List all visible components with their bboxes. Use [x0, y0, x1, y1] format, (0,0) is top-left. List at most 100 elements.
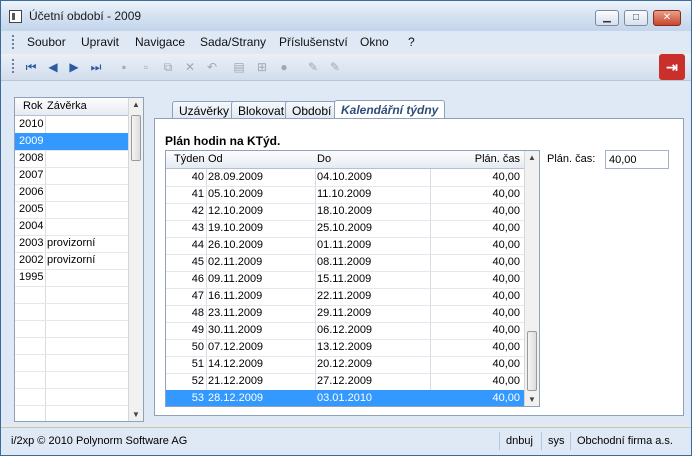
- plan-cell: 40,00: [492, 171, 520, 183]
- table-row[interactable]: 51 14.12.2009 20.12.2009 40,00: [166, 356, 524, 374]
- toolbar: ⏮ ◀ ▶ ⏭ ▪ ▫ ⧉ ✕ ↶ ▤ ⊞ ● ✎ ✎: [1, 54, 691, 81]
- to-cell: 22.11.2009: [317, 290, 372, 302]
- exit-icon[interactable]: ⇥: [659, 54, 685, 80]
- from-header[interactable]: Od: [208, 153, 223, 165]
- list-item[interactable]: 2006: [15, 184, 129, 202]
- table-row[interactable]: 50 07.12.2009 13.12.2009 40,00: [166, 339, 524, 357]
- scroll-up-icon[interactable]: ▲: [528, 153, 536, 162]
- table-row[interactable]: 45 02.11.2009 08.11.2009 40,00: [166, 254, 524, 272]
- next-icon[interactable]: ▶: [67, 60, 81, 74]
- save-icon[interactable]: ▪: [117, 60, 131, 74]
- delete-icon[interactable]: ✕: [183, 60, 197, 74]
- plan-cell: 40,00: [492, 205, 520, 217]
- menu-help[interactable]: ?: [408, 35, 415, 49]
- year-cell: 2002: [19, 254, 44, 266]
- year-cell: 2010: [19, 118, 44, 130]
- years-scrollbar[interactable]: ▲ ▼: [128, 98, 143, 421]
- menu-accessories[interactable]: Příslušenství: [279, 35, 348, 49]
- to-cell: 06.12.2009: [317, 324, 373, 336]
- week-cell: 45: [191, 256, 204, 268]
- list-item[interactable]: 1995: [15, 269, 129, 287]
- plan-cell: 40,00: [492, 290, 520, 302]
- close-button[interactable]: ✕: [653, 10, 681, 26]
- table-row[interactable]: 49 30.11.2009 06.12.2009 40,00: [166, 322, 524, 340]
- menu-set[interactable]: Sada/Strany: [200, 35, 266, 49]
- plan-time-label: Plán. čas:: [547, 153, 596, 165]
- to-cell: 08.11.2009: [317, 256, 372, 268]
- to-header[interactable]: Do: [317, 153, 331, 165]
- year-cell: 2003: [19, 237, 44, 249]
- plan-time-input[interactable]: [605, 150, 669, 169]
- tab-closings[interactable]: Uzávěrky: [172, 101, 237, 119]
- table-row[interactable]: 48 23.11.2009 29.11.2009 40,00: [166, 305, 524, 323]
- week-cell: 41: [191, 188, 204, 200]
- plan-header[interactable]: Plán. čas: [475, 153, 520, 165]
- last-icon[interactable]: ⏭: [89, 60, 103, 74]
- scroll-down-icon[interactable]: ▼: [132, 410, 140, 419]
- status-divider: [541, 432, 542, 450]
- copy-icon[interactable]: ⧉: [161, 60, 175, 74]
- tab-calendar-weeks[interactable]: Kalendářní týdny: [334, 100, 446, 120]
- list-item[interactable]: 2008: [15, 150, 129, 168]
- new-icon[interactable]: ▫: [139, 60, 153, 74]
- closing-cell: provizorní: [47, 237, 96, 249]
- to-cell: 03.01.2010: [317, 392, 373, 404]
- plan-cell: 40,00: [492, 273, 520, 285]
- year-header[interactable]: Rok: [23, 100, 43, 112]
- menu-window[interactable]: Okno: [360, 35, 389, 49]
- list-item[interactable]: 2007: [15, 167, 129, 185]
- from-cell: 23.11.2009: [208, 307, 263, 319]
- to-cell: 11.10.2009: [317, 188, 372, 200]
- scroll-up-icon[interactable]: ▲: [132, 100, 140, 109]
- tab-block[interactable]: Blokovat: [231, 101, 292, 119]
- list-item[interactable]: 2005: [15, 201, 129, 219]
- prev-icon[interactable]: ◀: [46, 60, 60, 74]
- window-title: Účetní období - 2009: [29, 9, 142, 23]
- table-row[interactable]: 53 28.12.2009 03.01.2010 40,00: [166, 390, 524, 406]
- from-cell: 05.10.2009: [208, 188, 264, 200]
- edit-icon[interactable]: ✎: [306, 60, 320, 74]
- table-row[interactable]: 42 12.10.2009 18.10.2009 40,00: [166, 203, 524, 221]
- scroll-thumb[interactable]: [131, 115, 141, 161]
- scroll-down-icon[interactable]: ▼: [528, 395, 536, 404]
- menu-edit[interactable]: Upravit: [81, 35, 119, 49]
- from-cell: 14.12.2009: [208, 358, 264, 370]
- plan-cell: 40,00: [492, 188, 520, 200]
- maximize-button[interactable]: □: [624, 10, 648, 26]
- undo-icon[interactable]: ↶: [205, 60, 219, 74]
- table-row[interactable]: 47 16.11.2009 22.11.2009 40,00: [166, 288, 524, 306]
- weeks-table-header: Týden Od Do Plán. čas: [166, 151, 524, 169]
- list-item[interactable]: 2003 provizorní: [15, 235, 129, 253]
- menu-navigation[interactable]: Navigace: [135, 35, 185, 49]
- menu-file[interactable]: Soubor: [27, 35, 66, 49]
- toolbar-grip: [12, 59, 16, 73]
- table-row[interactable]: 44 26.10.2009 01.11.2009 40,00: [166, 237, 524, 255]
- list-item[interactable]: 2004: [15, 218, 129, 236]
- edit2-icon[interactable]: ✎: [328, 60, 342, 74]
- weeks-scrollbar[interactable]: ▲ ▼: [524, 151, 539, 406]
- list-item[interactable]: 2009: [15, 133, 129, 151]
- table-row[interactable]: 46 09.11.2009 15.11.2009 40,00: [166, 271, 524, 289]
- minimize-button[interactable]: ▁: [595, 10, 619, 26]
- print-icon[interactable]: ▤: [232, 60, 246, 74]
- table-row[interactable]: 41 05.10.2009 11.10.2009 40,00: [166, 186, 524, 204]
- scroll-thumb[interactable]: [527, 331, 537, 391]
- to-cell: 20.12.2009: [317, 358, 373, 370]
- table-row[interactable]: 43 19.10.2009 25.10.2009 40,00: [166, 220, 524, 238]
- tree-icon[interactable]: ⊞: [255, 60, 269, 74]
- refresh-icon[interactable]: ●: [277, 60, 291, 74]
- week-header[interactable]: Týden: [174, 153, 205, 165]
- years-list[interactable]: Rok Závěrka 2010 2009 2008 2007 2006 200…: [14, 97, 144, 422]
- list-item[interactable]: 2002 provizorní: [15, 252, 129, 270]
- first-icon[interactable]: ⏮: [24, 60, 38, 74]
- list-item[interactable]: 2010: [15, 116, 129, 134]
- table-row[interactable]: 52 21.12.2009 27.12.2009 40,00: [166, 373, 524, 391]
- weeks-table[interactable]: Týden Od Do Plán. čas 40 28.09.2009 04.10.…: [165, 150, 540, 407]
- week-cell: 46: [191, 273, 204, 285]
- status-company: Obchodní firma a.s.: [577, 435, 673, 447]
- tab-periods[interactable]: Období: [285, 101, 339, 119]
- section-title: Plán hodin na KTýd.: [165, 134, 281, 148]
- table-row[interactable]: 40 28.09.2009 04.10.2009 40,00: [166, 169, 524, 187]
- week-cell: 47: [191, 290, 204, 302]
- closing-header[interactable]: Závěrka: [47, 100, 87, 112]
